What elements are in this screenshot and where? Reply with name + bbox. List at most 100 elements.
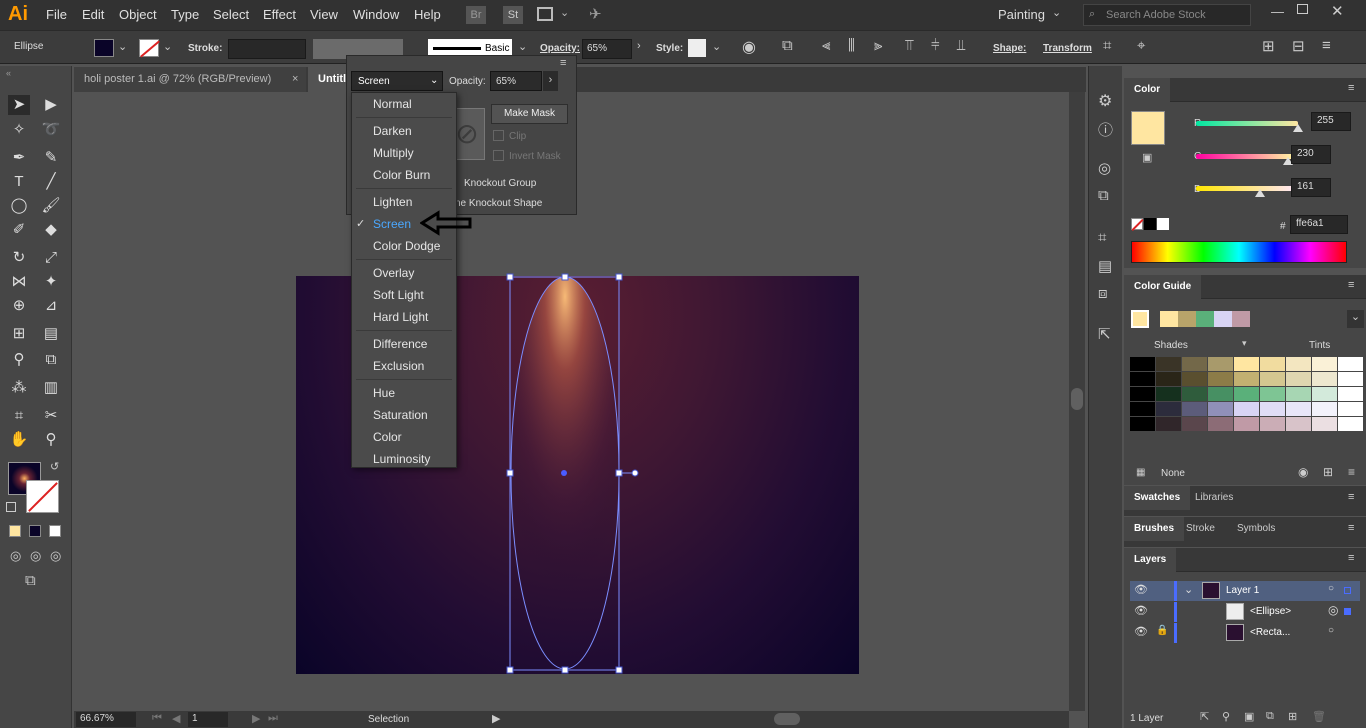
tab-brushes[interactable]: Brushes xyxy=(1124,517,1185,541)
opacity-field[interactable]: 65% xyxy=(582,39,632,59)
variation-swatch[interactable] xyxy=(1338,417,1363,431)
export-icon[interactable]: ⇱ xyxy=(1098,325,1111,343)
perspective-grid-tool-icon[interactable]: ⊿ xyxy=(40,296,62,316)
variation-swatch[interactable] xyxy=(1338,402,1363,416)
menu-select[interactable]: Select xyxy=(213,7,249,22)
b-slider[interactable] xyxy=(1196,186,1298,191)
save-group-icon[interactable]: ⊞ xyxy=(1323,465,1333,479)
variation-swatch[interactable] xyxy=(1260,387,1285,401)
vertical-scrollbar[interactable] xyxy=(1069,92,1085,711)
first-artboard-icon[interactable]: ⏮ xyxy=(152,712,162,725)
clip-checkbox[interactable] xyxy=(493,130,504,141)
graphic-styles-icon[interactable]: ⧉ xyxy=(1098,187,1109,204)
variation-swatch[interactable] xyxy=(1234,402,1259,416)
menu-file[interactable]: File xyxy=(46,7,67,22)
close-icon[interactable]: × xyxy=(292,73,298,85)
gear-icon[interactable]: ⚙ xyxy=(1098,91,1112,111)
restore-button[interactable] xyxy=(1297,4,1308,14)
harmony-swatch[interactable] xyxy=(1232,311,1250,327)
white-color-icon[interactable] xyxy=(1157,218,1169,230)
align-to-icon[interactable]: ⧉ xyxy=(782,37,793,54)
variation-swatch[interactable] xyxy=(1208,387,1233,401)
none-mode-icon[interactable] xyxy=(49,525,61,537)
chevron-down-icon[interactable]: ⌄ xyxy=(1347,310,1364,328)
layer-row[interactable]: 👁 <Ellipse> ◎ xyxy=(1130,602,1360,622)
variation-swatch[interactable] xyxy=(1312,387,1337,401)
variation-swatch[interactable] xyxy=(1156,402,1181,416)
variation-swatch[interactable] xyxy=(1338,387,1363,401)
ellipse-tool-icon[interactable]: ◯ xyxy=(8,196,30,216)
layer-row[interactable]: 👁 ⌄ Layer 1 ○ xyxy=(1130,581,1360,601)
blend-mode-item[interactable]: Luminosity xyxy=(373,448,430,470)
target-icon[interactable]: ○ xyxy=(1328,583,1334,594)
blend-mode-item[interactable]: Screen xyxy=(373,213,411,235)
base-color-swatch[interactable] xyxy=(1131,310,1149,328)
variation-swatch[interactable] xyxy=(1130,417,1155,431)
transform-icon[interactable]: ⌗ xyxy=(1098,229,1106,246)
g-value[interactable]: 230 xyxy=(1291,145,1331,164)
selection-indicator[interactable] xyxy=(1344,587,1351,594)
artboard-tool-icon[interactable]: ⌗ xyxy=(8,406,30,426)
zoom-tool-icon[interactable]: ⚲ xyxy=(40,430,62,450)
panel-menu-icon[interactable]: ≡ xyxy=(560,57,566,69)
selection-tool-icon[interactable]: ➤ xyxy=(8,95,30,115)
align-left-icon[interactable]: ⫷ xyxy=(822,37,830,54)
fill-swatch[interactable] xyxy=(94,39,114,57)
symbol-sprayer-tool-icon[interactable]: ⁂ xyxy=(8,378,30,398)
swap-colors-icon[interactable]: ↺ xyxy=(50,460,59,473)
variation-swatch[interactable] xyxy=(1260,357,1285,371)
variation-menu-icon[interactable]: ▾ xyxy=(1242,338,1247,349)
variation-swatch[interactable] xyxy=(1182,372,1207,386)
handle-tr[interactable] xyxy=(615,273,623,281)
blend-mode-item[interactable]: Color xyxy=(373,426,402,448)
handle-mr[interactable] xyxy=(615,469,623,477)
shaper-tool-icon[interactable]: ✐ xyxy=(8,220,30,240)
blend-mode-item[interactable]: Exclusion xyxy=(373,355,424,377)
menu-object[interactable]: Object xyxy=(119,7,157,22)
trash-icon[interactable]: 🗑 xyxy=(1312,710,1326,723)
clipping-mask-icon[interactable]: ▣ xyxy=(1244,710,1254,723)
lock-icon[interactable]: 🔒 xyxy=(1156,625,1168,636)
pen-tool-icon[interactable]: ✒ xyxy=(8,148,30,168)
tab-swatches[interactable]: Swatches xyxy=(1124,486,1191,510)
info-icon[interactable]: ⓘ xyxy=(1098,119,1113,140)
recolor-artwork-icon[interactable]: ◉ xyxy=(742,37,756,57)
menu-effect[interactable]: Effect xyxy=(263,7,296,22)
variation-swatch[interactable] xyxy=(1208,357,1233,371)
align-top-icon[interactable]: ⫪ xyxy=(905,37,913,54)
slice-tool-icon[interactable]: ✂ xyxy=(40,406,62,426)
hand-tool-icon[interactable]: ✋ xyxy=(8,430,30,450)
variation-swatch[interactable] xyxy=(1130,372,1155,386)
next-artboard-icon[interactable]: ▶ xyxy=(252,712,260,725)
r-slider[interactable] xyxy=(1196,121,1298,126)
gradient-tool-icon[interactable]: ▤ xyxy=(40,324,62,344)
variation-swatch[interactable] xyxy=(1234,417,1259,431)
variation-swatch[interactable] xyxy=(1208,402,1233,416)
magic-wand-tool-icon[interactable]: ✧ xyxy=(8,120,30,140)
column-graph-tool-icon[interactable]: ▥ xyxy=(40,378,62,398)
layer-row[interactable]: 👁 🔒 <Recta... ○ xyxy=(1130,623,1360,643)
align-icon[interactable]: ▤ xyxy=(1098,257,1112,275)
shape-builder-tool-icon[interactable]: ⊕ xyxy=(8,296,30,316)
panel-menu-icon[interactable]: ≡ xyxy=(1348,522,1354,534)
workspace-switcher[interactable]: Painting xyxy=(998,7,1045,22)
b-slider-thumb[interactable] xyxy=(1255,189,1266,197)
tab-symbols[interactable]: Symbols xyxy=(1227,517,1285,541)
chevron-down-icon[interactable]: ⌄ xyxy=(118,40,127,53)
puppet-warp-tool-icon[interactable]: ✦ xyxy=(40,272,62,292)
appearance-icon[interactable]: ◎ xyxy=(1098,159,1111,177)
blend-tool-icon[interactable]: ⧉ xyxy=(40,350,62,370)
variation-swatch[interactable] xyxy=(1234,372,1259,386)
chevron-down-icon[interactable]: ⌄ xyxy=(163,40,172,53)
pathfinder-icon[interactable]: ⧈ xyxy=(1098,285,1108,302)
menu-window[interactable]: Window xyxy=(353,7,399,22)
panel-menu-icon[interactable]: ≡ xyxy=(1322,37,1331,54)
chevron-down-icon[interactable]: ⌄ xyxy=(1184,583,1193,596)
stock-icon[interactable]: St xyxy=(503,6,523,24)
chevron-down-icon[interactable]: ⌄ xyxy=(560,6,569,19)
locate-object-icon[interactable]: ⚲ xyxy=(1222,710,1230,723)
recolor-icon[interactable]: ◉ xyxy=(1298,465,1308,479)
layer-name[interactable]: Layer 1 xyxy=(1226,585,1259,596)
tab-color[interactable]: Color xyxy=(1124,78,1171,102)
harmony-swatch[interactable] xyxy=(1196,311,1214,327)
